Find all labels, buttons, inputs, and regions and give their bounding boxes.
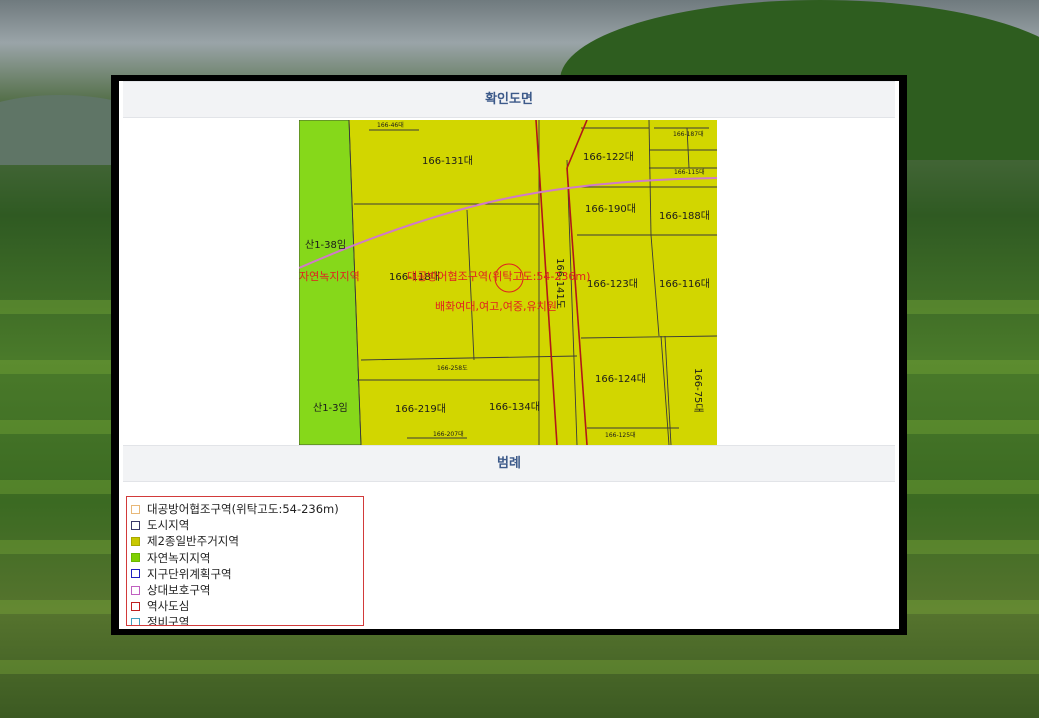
parcel-label: 166-75대 (692, 368, 704, 413)
legend-label: 정비구역 (147, 615, 190, 626)
parcel-label: 166-134대 (489, 401, 540, 413)
parcel-label: 166-123대 (587, 278, 638, 290)
legend-item: 제2종일반주거지역 (131, 533, 363, 549)
legend-item: 지구단위계획구역 (131, 566, 363, 582)
land-use-map[interactable]: 166-131대 166-122대 166-115대 166-190대 166-… (299, 120, 717, 445)
parcel-label: 166-190대 (585, 203, 636, 215)
legend-swatch-icon (131, 585, 140, 595)
legend-label: 대공방어협조구역(위탁고도:54-236m) (147, 502, 339, 517)
legend-swatch-icon (131, 553, 140, 563)
legend-label: 역사도심 (147, 599, 190, 614)
parcel-label: 166-116대 (659, 278, 710, 290)
legend-label: 자연녹지지역 (147, 550, 211, 565)
panel-content: 확인도면 166-131대 166-122대 166-115대 166-190대… (119, 81, 899, 629)
parcel-label: 166-258도 (437, 365, 468, 372)
zone-label: 자연녹지지역 (299, 270, 360, 283)
legend-swatch-icon (131, 504, 140, 514)
parcel-label: 166-125대 (605, 431, 636, 439)
parcel-label: 166-131대 (422, 155, 473, 167)
legend-item: 정비구역 (131, 614, 363, 626)
legend-item: 상대보호구역 (131, 582, 363, 598)
legend-list: 대공방어협조구역(위탁고도:54-236m) 도시지역 제2종일반주거지역 자연녹지지… (126, 496, 364, 626)
zone-label: 대공방어협조구역(위탁고도:54-236m) (407, 270, 590, 283)
parcel-label: 산1-3임 (313, 401, 348, 414)
legend-label: 상대보호구역 (147, 583, 211, 598)
map-svg: 166-131대 166-122대 166-115대 166-190대 166-… (299, 120, 717, 445)
parcel-label: 166-187대 (673, 130, 704, 138)
parcel-label: 166-122대 (583, 151, 634, 163)
legend-section-title: 범례 (123, 445, 895, 482)
land-use-panel: 확인도면 166-131대 166-122대 166-115대 166-190대… (111, 75, 907, 635)
parcel-label: 166-207대 (433, 430, 464, 438)
parcel-label: 산1-38임 (305, 238, 346, 251)
background-terrace (0, 660, 1039, 674)
parcel-label: 166-46대 (377, 121, 404, 129)
legend-swatch-icon (131, 536, 140, 546)
legend-item: 역사도심 (131, 598, 363, 614)
legend-label: 지구단위계획구역 (147, 566, 232, 581)
legend-swatch-icon (131, 601, 140, 611)
zone-label: 배화여대,여고,여중,유치원 (435, 300, 557, 313)
legend-label: 도시지역 (147, 518, 190, 533)
map-section-title: 확인도면 (123, 81, 895, 118)
legend-swatch-icon (131, 617, 140, 625)
parcel-label: 166-124대 (595, 373, 646, 385)
legend-label: 제2종일반주거지역 (147, 534, 239, 549)
legend-item: 자연녹지지역 (131, 550, 363, 566)
legend-swatch-icon (131, 520, 140, 530)
parcel-label: 166-219대 (395, 403, 446, 415)
parcel-label: 166-188대 (659, 210, 710, 222)
legend-item: 도시지역 (131, 517, 363, 533)
parcel-label: 166-115대 (674, 168, 705, 176)
legend-swatch-icon (131, 569, 140, 579)
legend-item: 대공방어협조구역(위탁고도:54-236m) (131, 501, 363, 517)
